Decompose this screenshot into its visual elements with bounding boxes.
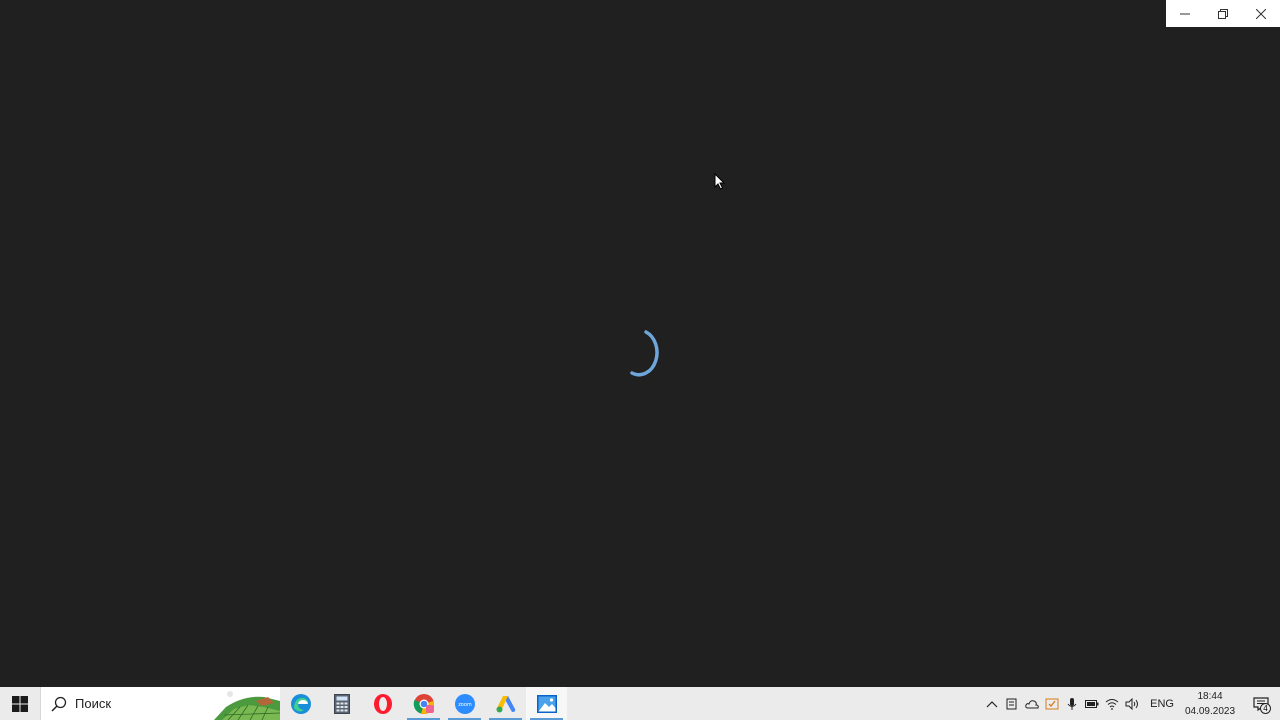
onedrive-tray-button[interactable]	[1022, 687, 1042, 720]
photos-icon	[536, 694, 557, 713]
search-placeholder: Поиск	[75, 696, 112, 711]
search-icon	[51, 696, 67, 712]
calculator-icon	[333, 693, 350, 714]
taskbar-app-zoom[interactable]: zoom	[444, 687, 485, 720]
chrome-icon	[413, 693, 434, 714]
system-tray: ENG 18:44 04.09.2023 4	[982, 687, 1280, 720]
chevron-up-icon	[986, 700, 998, 707]
edge-icon	[290, 693, 311, 714]
taskbar-app-chrome[interactable]	[403, 687, 444, 720]
restore-icon	[1218, 8, 1228, 19]
mouse-cursor-icon	[714, 173, 726, 190]
meet-now-tray-button[interactable]	[1002, 687, 1022, 720]
volume-icon	[1125, 697, 1139, 710]
loading-spinner-icon	[630, 330, 659, 377]
zoom-icon: zoom	[454, 693, 475, 714]
search-highlight-illustration	[214, 691, 280, 720]
clock[interactable]: 18:44 04.09.2023	[1182, 689, 1238, 719]
battery-icon	[1085, 699, 1099, 708]
start-button[interactable]	[0, 687, 40, 720]
close-button[interactable]	[1242, 0, 1280, 27]
restore-button[interactable]	[1204, 0, 1242, 27]
taskbar-app-photos[interactable]	[526, 687, 567, 720]
microphone-tray-button[interactable]	[1062, 687, 1082, 720]
input-language-indicator[interactable]: ENG	[1142, 698, 1182, 710]
windows-logo-icon	[12, 695, 28, 712]
battery-tray-button[interactable]	[1082, 687, 1102, 720]
wifi-tray-button[interactable]	[1102, 687, 1122, 720]
taskbar-app-calculator[interactable]	[321, 687, 362, 720]
google-ads-icon	[496, 695, 515, 712]
microphone-icon	[1067, 697, 1077, 710]
close-icon	[1256, 8, 1266, 19]
wifi-icon	[1105, 698, 1119, 710]
taskbar-app-opera[interactable]	[362, 687, 403, 720]
notification-count-badge: 4	[1260, 703, 1271, 714]
taskbar-search-box[interactable]: Поиск	[40, 687, 280, 720]
show-hidden-icons-button[interactable]	[982, 687, 1002, 720]
volume-tray-button[interactable]	[1122, 687, 1142, 720]
meet-now-icon	[1006, 698, 1017, 709]
minimize-button[interactable]	[1166, 0, 1204, 27]
window-controls	[1166, 0, 1280, 27]
security-icon	[1045, 698, 1059, 709]
zoom-icon-label: zoom	[458, 702, 472, 708]
onedrive-icon	[1025, 699, 1039, 708]
taskbar-app-google-ads[interactable]	[485, 687, 526, 720]
notification-center-button[interactable]: 4	[1242, 687, 1280, 720]
security-tray-button[interactable]	[1042, 687, 1062, 720]
taskbar: Поиск zoom ENG 18:44 04.09.2023 4	[0, 687, 1280, 720]
minimize-icon	[1180, 13, 1190, 14]
clock-date: 04.09.2023	[1184, 705, 1236, 717]
clock-time: 18:44	[1197, 690, 1223, 702]
taskbar-app-edge[interactable]	[280, 687, 321, 720]
photos-app-window	[0, 0, 1280, 687]
opera-icon	[373, 693, 392, 714]
